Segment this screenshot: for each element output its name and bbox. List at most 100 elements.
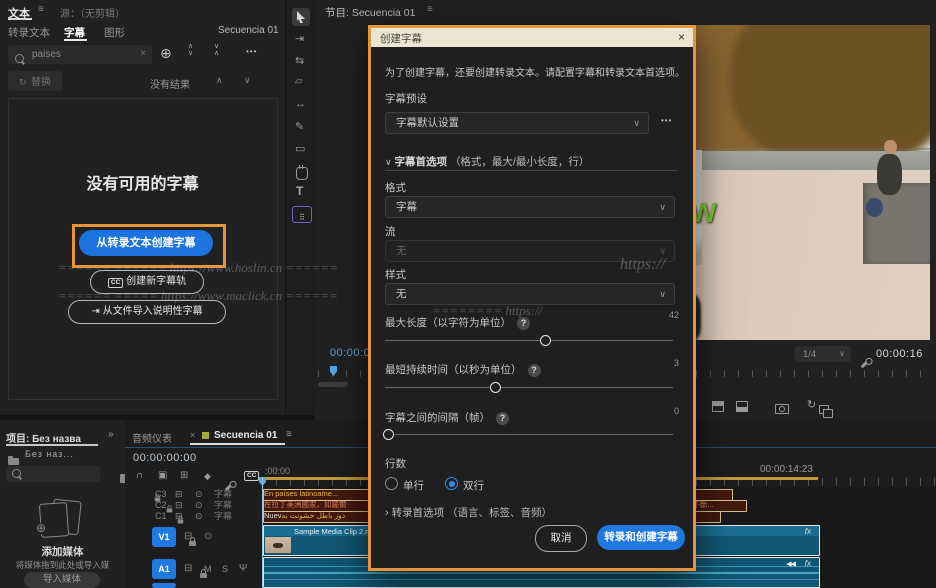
caption-preset-value: 字幕默认设置 — [396, 117, 459, 129]
import-captions-file-button[interactable]: ⇥ 从文件导入说明性字幕 — [68, 300, 226, 324]
slider-knob[interactable] — [490, 382, 501, 393]
radio-single-line-label[interactable]: 单行 — [403, 478, 424, 493]
replace-button[interactable]: ↻ 替换 — [8, 71, 62, 91]
solo-button[interactable]: S — [222, 564, 228, 574]
help-icon[interactable]: ? — [528, 364, 541, 377]
tab-audio-meters[interactable]: 音频仪表 — [132, 430, 172, 445]
create-from-transcript-button[interactable]: 从转录文本创建字幕 — [79, 230, 213, 256]
playback-resolution-select[interactable]: 1/4 ∨ — [795, 346, 851, 362]
panel-menu-icon[interactable]: ≡ — [38, 4, 44, 15]
track-c2-label[interactable]: C2 — [155, 500, 167, 510]
dialog-titlebar[interactable]: 创建字幕 × — [371, 28, 693, 47]
min-duration-slider[interactable] — [385, 387, 673, 388]
import-media-button[interactable]: 导入媒体 — [24, 572, 100, 588]
tab-transcript[interactable]: 转录文本 — [8, 25, 50, 40]
fx-badge: fx — [805, 559, 811, 568]
ripple-edit-tool[interactable]: ⇆ — [295, 54, 304, 67]
settings-wrench-icon[interactable] — [861, 359, 871, 369]
prev-result-icon[interactable]: ∧ — [216, 75, 223, 86]
lock-icon[interactable] — [189, 541, 196, 546]
loop-icon[interactable]: ↻ — [807, 398, 816, 411]
track-v1-button[interactable]: V1 — [152, 527, 176, 547]
add-caption-icon[interactable]: ⊕ — [160, 45, 172, 62]
sync-lock-icon[interactable]: ⊟ — [175, 500, 183, 510]
format-select[interactable]: 字幕 ∨ — [385, 196, 675, 218]
selection-tool[interactable] — [292, 8, 310, 26]
sync-lock-icon[interactable]: ⊟ — [175, 489, 183, 499]
hand-tool[interactable] — [296, 167, 308, 180]
caption-preset-select[interactable]: 字幕默认设置 ∨ — [385, 112, 649, 134]
create-caption-track-button[interactable]: CC 创建新字幕轨 — [90, 270, 204, 294]
track-a1-button[interactable]: A1 — [152, 559, 176, 579]
snap-icon[interactable]: ∩ — [136, 470, 143, 481]
program-monitor-title[interactable]: 节目: Secuencia 01 — [325, 5, 415, 20]
radio-single-line[interactable] — [385, 477, 398, 490]
project-panel-title[interactable]: 项目: Без назва — [6, 430, 106, 445]
track-output-eye-icon[interactable]: ⊙ — [195, 489, 203, 499]
radio-double-line[interactable] — [445, 477, 458, 490]
lock-icon[interactable] — [200, 573, 207, 578]
track-select-tool[interactable]: ⇥ — [295, 32, 304, 45]
radio-double-line-label[interactable]: 双行 — [463, 478, 484, 493]
captions-toggle-icon[interactable]: CC — [244, 471, 259, 481]
razor-tool[interactable]: ▱ — [295, 76, 303, 87]
sync-lock-icon[interactable]: ⊟ — [184, 564, 192, 574]
project-search-input[interactable] — [6, 466, 100, 482]
slip-tool[interactable]: ↔ — [295, 98, 306, 110]
expand-all-icon[interactable]: ∧∨ — [188, 43, 193, 57]
track-c1-label[interactable]: C1 — [155, 511, 167, 521]
tab-sequence[interactable]: Secuencia 01 — [214, 430, 277, 441]
search-clear-icon[interactable]: × — [140, 48, 146, 59]
program-scrollbar[interactable] — [318, 382, 348, 387]
source-label[interactable]: 源：（无剪辑） — [60, 5, 125, 20]
track-output-eye-icon[interactable]: ⊙ — [195, 500, 203, 510]
program-current-timecode[interactable]: 00:00:0 — [330, 347, 370, 359]
track-a2-button-partial[interactable] — [152, 583, 176, 588]
panel-overflow-icon[interactable]: » — [108, 429, 114, 440]
type-tool[interactable]: T — [296, 184, 303, 198]
slider-knob[interactable] — [383, 429, 394, 440]
captions-tool[interactable]: ⠿ — [292, 206, 312, 223]
transcription-prefs-section-header[interactable]: › 转录首选项 （语言、标签、音频） — [385, 505, 552, 520]
voiceover-mic-icon[interactable]: Ψ — [239, 564, 247, 574]
track-output-eye-icon[interactable]: ⊙ — [204, 532, 212, 542]
nested-sequence-icon[interactable]: ▣ — [158, 470, 167, 481]
sync-lock-icon[interactable]: ⊟ — [184, 532, 192, 542]
preset-options-icon[interactable]: ••• — [661, 116, 672, 125]
rectangle-tool[interactable]: ▭ — [295, 142, 305, 155]
pen-tool[interactable]: ✎ — [295, 120, 304, 133]
sync-lock-icon[interactable]: ⊟ — [175, 511, 183, 521]
comparison-view-icon[interactable] — [819, 405, 829, 414]
transcribe-and-create-button[interactable]: 转录和创建字幕 — [597, 525, 685, 550]
linked-selection-icon[interactable]: ⊞ — [180, 470, 188, 481]
help-icon[interactable]: ? — [496, 412, 509, 425]
close-tab-icon[interactable]: × — [190, 430, 195, 440]
help-icon[interactable]: ? — [517, 317, 530, 330]
dialog-close-icon[interactable]: × — [678, 30, 685, 44]
program-menu-icon[interactable]: ≡ — [427, 4, 433, 15]
tab-captions[interactable]: 字幕 — [64, 25, 85, 40]
sequence-tab-underline — [190, 443, 285, 445]
more-options-icon[interactable]: ••• — [246, 47, 257, 56]
track-c3-label[interactable]: C3 — [155, 489, 167, 499]
gap-slider[interactable] — [385, 434, 673, 435]
extract-icon[interactable] — [736, 401, 748, 412]
collapse-all-icon[interactable]: ∨∧ — [214, 43, 219, 57]
timeline-timecode[interactable]: 00:00:00:00 — [133, 452, 197, 464]
cancel-button[interactable]: 取消 — [535, 525, 587, 552]
lift-icon[interactable] — [712, 401, 724, 412]
search-input[interactable]: paises × — [8, 45, 152, 64]
slider-knob[interactable] — [540, 335, 551, 346]
export-frame-icon[interactable] — [775, 404, 789, 414]
caption-prefs-section-header[interactable]: ∨ 字幕首选项 （格式，最大/最小长度，行） — [385, 154, 589, 169]
bin-name-label[interactable]: Без наз... — [25, 449, 115, 459]
mute-button[interactable]: M — [204, 564, 212, 574]
tab-graphics[interactable]: 图形 — [104, 25, 125, 40]
timeline-menu-icon[interactable]: ≡ — [286, 429, 292, 440]
style-select[interactable]: 无 ∨ — [385, 283, 675, 305]
max-length-slider[interactable] — [385, 340, 673, 341]
next-result-icon[interactable]: ∨ — [244, 75, 251, 86]
track-output-eye-icon[interactable]: ⊙ — [195, 511, 203, 521]
lock-icon[interactable] — [167, 509, 173, 513]
add-marker-icon[interactable]: ◆ — [204, 471, 211, 482]
